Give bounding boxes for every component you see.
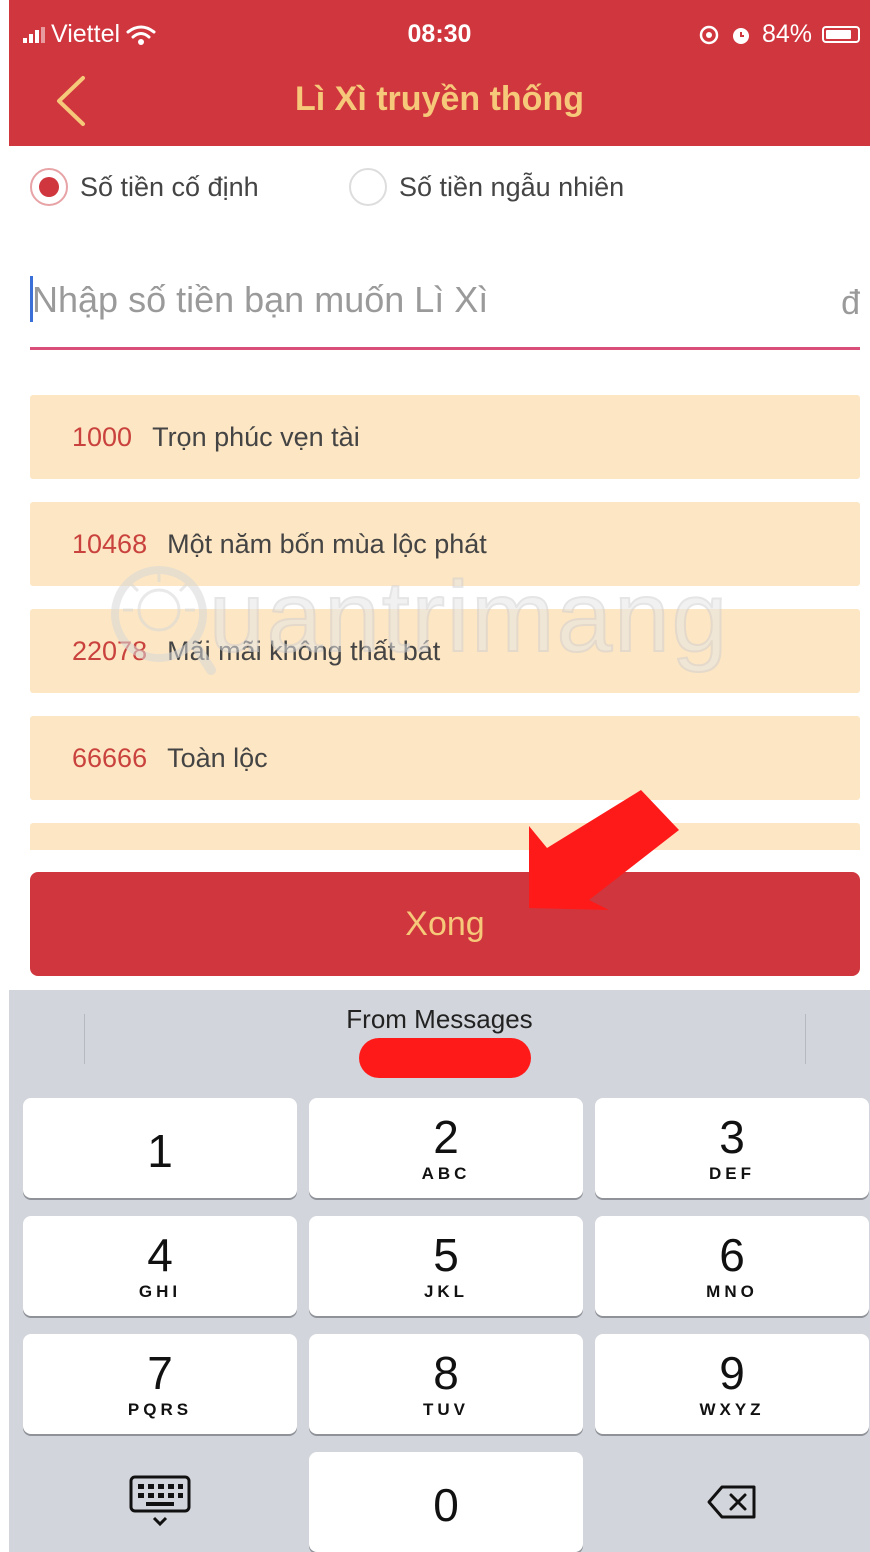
key-number: 1	[147, 1125, 173, 1177]
radio-unselected-icon	[349, 168, 387, 206]
preset-amount: 10468	[72, 528, 148, 559]
divider	[805, 1014, 806, 1064]
key-3[interactable]: 3 DEF	[595, 1098, 869, 1198]
status-right: 84%	[698, 20, 860, 49]
preset-amount: 22078	[72, 635, 148, 666]
key-0[interactable]: 0	[309, 1452, 583, 1552]
key-letters: TUV	[423, 1400, 469, 1419]
key-number: 8	[433, 1347, 459, 1399]
key-number: 3	[719, 1111, 745, 1163]
battery-percent: 84%	[761, 20, 812, 48]
key-number: 9	[719, 1347, 745, 1399]
key-number: 7	[147, 1347, 173, 1399]
key-6[interactable]: 6 MNO	[595, 1216, 869, 1316]
key-letters: ABC	[421, 1164, 471, 1183]
preset-item[interactable]: 22078 Mãi mãi không thất bát	[30, 609, 860, 693]
keyboard-hide-icon	[129, 1475, 191, 1527]
key-1[interactable]: 1	[23, 1098, 297, 1198]
backspace-button[interactable]	[595, 1452, 869, 1552]
done-button[interactable]: Xong	[30, 872, 860, 976]
preset-item[interactable]: 1000 Trọn phúc vẹn tài	[30, 395, 860, 479]
autofill-suggestion[interactable]: From Messages	[9, 1004, 870, 1035]
key-letters: GHI	[138, 1282, 182, 1301]
page-title: Lì Xì truyền thống	[295, 80, 584, 118]
radio-fixed-amount[interactable]: Số tiền cố định	[30, 168, 259, 206]
radio-label: Số tiền ngẫu nhiên	[399, 171, 625, 202]
nav-bar: Lì Xì truyền thống	[9, 62, 870, 140]
key-5[interactable]: 5 JKL	[309, 1216, 583, 1316]
key-number: 6	[719, 1229, 745, 1281]
preset-text: Trọn phúc vẹn tài	[152, 421, 360, 452]
suggestion-bar: From Messages	[9, 990, 870, 1082]
preset-text: Mãi mãi không thất bát	[167, 635, 441, 666]
amount-field: đ	[30, 262, 860, 350]
app-screen: Viettel 08:30 84% Lì Xì truyền thống Số …	[9, 0, 870, 1552]
orientation-lock-icon	[699, 25, 719, 44]
key-letters: PQRS	[127, 1400, 193, 1419]
key-9[interactable]: 9 WXYZ	[595, 1334, 869, 1434]
preset-item[interactable]: 66666 Toàn lộc	[30, 716, 860, 800]
key-letters: DEF	[709, 1164, 755, 1183]
done-area: Xong	[9, 850, 870, 990]
key-letters: WXYZ	[699, 1400, 765, 1419]
battery-icon	[822, 26, 860, 43]
preset-item[interactable]: 10468 Một năm bốn mùa lộc phát	[30, 502, 860, 586]
key-number: 4	[147, 1229, 173, 1281]
redaction-mark	[359, 1038, 531, 1078]
key-4[interactable]: 4 GHI	[23, 1216, 297, 1316]
preset-text: Toàn lộc	[167, 742, 268, 773]
key-number: 0	[433, 1479, 459, 1531]
key-7[interactable]: 7 PQRS	[23, 1334, 297, 1434]
currency-symbol: đ	[841, 284, 860, 322]
radio-random-amount[interactable]: Số tiền ngẫu nhiên	[349, 168, 624, 206]
key-number: 5	[433, 1229, 459, 1281]
radio-selected-icon	[30, 168, 68, 206]
preset-amount: 66666	[72, 742, 148, 773]
radio-label: Số tiền cố định	[80, 171, 259, 202]
status-bar: Viettel 08:30 84%	[9, 14, 870, 54]
hide-keyboard-button[interactable]	[23, 1452, 297, 1552]
key-8[interactable]: 8 TUV	[309, 1334, 583, 1434]
preset-text: Một năm bốn mùa lộc phát	[167, 528, 487, 559]
amount-input[interactable]	[32, 268, 792, 332]
amount-type-selector: Số tiền cố định Số tiền ngẫu nhiên	[9, 160, 870, 220]
key-letters: JKL	[423, 1282, 469, 1301]
header: Viettel 08:30 84% Lì Xì truyền thống	[9, 0, 870, 146]
numeric-keyboard: From Messages 1 2 ABC 3 DEF 4 GHI 5 JKL …	[9, 990, 870, 1552]
key-letters: MNO	[706, 1282, 758, 1301]
key-number: 2	[433, 1111, 459, 1163]
key-2[interactable]: 2 ABC	[309, 1098, 583, 1198]
battery-fill	[826, 30, 852, 39]
preset-amount: 1000	[72, 421, 133, 452]
alarm-icon	[732, 27, 749, 44]
backspace-icon	[707, 1485, 756, 1519]
